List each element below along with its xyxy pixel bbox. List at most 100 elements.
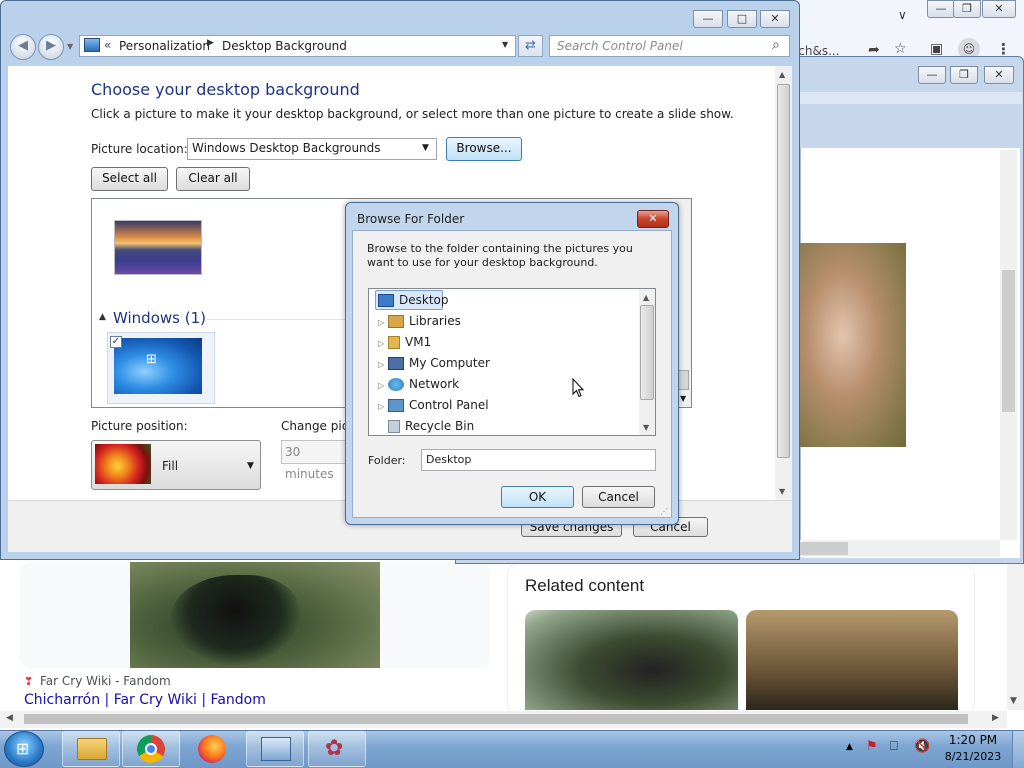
folder-icon: [77, 738, 107, 760]
taskbar-firefox[interactable]: [196, 732, 228, 766]
tree-item-recycle-bin[interactable]: Recycle Bin: [388, 416, 474, 436]
resize-grip-icon[interactable]: ⋰: [660, 507, 668, 516]
result-source[interactable]: Far Cry Wiki - Fandom: [40, 674, 171, 688]
tree-item-desktop[interactable]: Desktop: [378, 290, 449, 310]
scroll-down-arrow-icon[interactable]: ▼: [779, 487, 785, 496]
related-image-1[interactable]: [525, 610, 738, 710]
picture-position-value: Fill: [162, 459, 179, 473]
bg-window-horizontal-thumb[interactable]: [800, 542, 848, 555]
change-interval-value: 30 minutes: [285, 445, 334, 481]
expand-arrow-icon[interactable]: ▷: [378, 313, 388, 333]
control-panel-icon: [388, 399, 404, 412]
scroll-down-arrow-icon[interactable]: ▼: [643, 423, 649, 432]
cp-close-button[interactable]: ✕: [760, 10, 790, 28]
chrome-horizontal-scroll-thumb[interactable]: [24, 714, 968, 724]
tree-item-label: VM1: [405, 335, 432, 349]
dialog-title: Browse For Folder: [357, 212, 465, 226]
forward-button[interactable]: ▶: [38, 34, 64, 60]
expand-arrow-icon[interactable]: ▷: [378, 397, 388, 417]
chrome-restore-button[interactable]: ❐: [953, 0, 981, 18]
expand-arrow-icon[interactable]: ▷: [378, 334, 388, 354]
cp-minimize-button[interactable]: —: [693, 10, 723, 28]
clock-time[interactable]: 1:20 PM: [948, 733, 998, 747]
action-center-icon[interactable]: ⚑: [866, 739, 878, 754]
show-desktop-button[interactable]: [1012, 731, 1024, 768]
tree-item-label: Network: [409, 377, 460, 391]
dialog-cancel-button[interactable]: Cancel: [582, 486, 655, 508]
scroll-down-arrow-icon[interactable]: ▼: [680, 394, 686, 403]
volume-muted-icon[interactable]: 🔇: [914, 739, 930, 754]
chrome-close-button[interactable]: ✕: [982, 0, 1016, 18]
gallery-scroll-thumb[interactable]: [678, 370, 689, 390]
tree-item-libraries[interactable]: ▷ Libraries: [378, 311, 461, 331]
address-dropdown-icon[interactable]: ▼: [502, 40, 508, 49]
breadcrumb-item[interactable]: Desktop Background: [222, 39, 347, 53]
dialog-close-button[interactable]: ✕: [637, 210, 669, 228]
recent-pages-arrow-icon[interactable]: ▼: [67, 42, 73, 51]
cp-maximize-button[interactable]: □: [727, 10, 757, 28]
chevron-down-icon[interactable]: ∨: [898, 8, 914, 24]
scroll-left-arrow-icon[interactable]: ◀: [6, 713, 13, 723]
scroll-right-arrow-icon[interactable]: ▶: [992, 713, 999, 723]
chrome-minimize-button[interactable]: —: [927, 0, 955, 18]
search-icon[interactable]: ⌕: [772, 37, 780, 53]
clear-all-button[interactable]: Clear all: [176, 167, 250, 191]
collapse-arrow-icon[interactable]: ▲: [99, 312, 106, 322]
bg-window-close-button[interactable]: ✕: [984, 66, 1014, 84]
tree-item-vm1[interactable]: ▷ VM1: [378, 332, 431, 352]
result-title-link[interactable]: Chicharrón | Far Cry Wiki | Fandom: [24, 692, 266, 708]
ok-button[interactable]: OK: [501, 486, 574, 508]
wallpaper-thumbnail[interactable]: [114, 220, 202, 275]
expand-arrow-icon[interactable]: ▷: [378, 376, 388, 396]
wallpaper-group-label[interactable]: Windows (1): [113, 309, 206, 327]
dialog-description: Browse to the folder containing the pict…: [367, 242, 633, 269]
firefox-icon: [198, 735, 226, 763]
refresh-icon[interactable]: ⇄: [518, 35, 543, 57]
start-button[interactable]: ⊞: [4, 731, 44, 767]
scroll-up-arrow-icon[interactable]: ▲: [779, 70, 785, 79]
breadcrumb-separator-icon[interactable]: ▶: [207, 38, 214, 48]
taskbar-control-panel[interactable]: [246, 731, 304, 767]
bg-window-image: [800, 243, 906, 447]
tree-scroll-thumb[interactable]: [640, 305, 654, 400]
change-interval-select: 30 minutes: [281, 440, 351, 481]
bg-window-vertical-thumb[interactable]: [1002, 270, 1015, 412]
breadcrumb-overflow-icon[interactable]: «: [104, 38, 111, 52]
taskbar-explorer[interactable]: [62, 731, 120, 767]
picture-location-select[interactable]: Windows Desktop Backgrounds ▼: [187, 138, 437, 160]
page-title: Choose your desktop background: [91, 80, 360, 99]
related-image-2[interactable]: [746, 610, 958, 710]
taskbar-personalization[interactable]: ✿: [308, 731, 366, 767]
search-input[interactable]: Search Control Panel ⌕: [549, 35, 790, 57]
expand-arrow-icon[interactable]: ▷: [378, 355, 388, 375]
tree-item-network[interactable]: ▷ Network: [378, 374, 459, 394]
side-panel-icon[interactable]: ▣: [930, 41, 943, 57]
bg-window-minimize-button[interactable]: —: [918, 66, 946, 84]
wallpaper-checkbox[interactable]: ✓: [110, 336, 122, 348]
network-status-icon[interactable]: ⎕: [890, 739, 898, 754]
tree-item-my-computer[interactable]: ▷ My Computer: [378, 353, 490, 373]
recycle-bin-icon: [388, 420, 400, 433]
control-panel-icon: [84, 38, 100, 52]
chrome-vertical-scrollbar[interactable]: [1007, 560, 1024, 710]
wallpaper-thumbnail-image[interactable]: [114, 338, 202, 394]
bg-window-restore-button[interactable]: ❐: [950, 66, 978, 84]
scroll-down-arrow-icon[interactable]: ▼: [1010, 696, 1017, 706]
breadcrumb-item[interactable]: Personalization: [119, 39, 210, 53]
bookmark-star-icon[interactable]: ☆: [894, 41, 907, 57]
show-hidden-icons-icon[interactable]: ▲: [846, 742, 853, 752]
folder-input[interactable]: Desktop: [421, 449, 656, 471]
taskbar-chrome[interactable]: [122, 731, 180, 767]
desktop-icon: [378, 294, 394, 307]
network-icon: [388, 378, 404, 391]
chevron-down-icon: ▼: [422, 143, 429, 153]
scroll-up-arrow-icon[interactable]: ▲: [643, 293, 649, 302]
select-all-button[interactable]: Select all: [91, 167, 168, 191]
back-button[interactable]: ◀: [10, 34, 36, 60]
clock-date[interactable]: 8/21/2023: [944, 750, 1002, 763]
tree-item-control-panel[interactable]: ▷ Control Panel: [378, 395, 489, 415]
tree-item-label: Recycle Bin: [405, 419, 475, 433]
address-bar[interactable]: « Personalization ▶ Desktop Background ▼: [79, 35, 516, 57]
browse-button[interactable]: Browse...: [446, 137, 522, 161]
cp-vertical-scroll-thumb[interactable]: [777, 84, 790, 458]
